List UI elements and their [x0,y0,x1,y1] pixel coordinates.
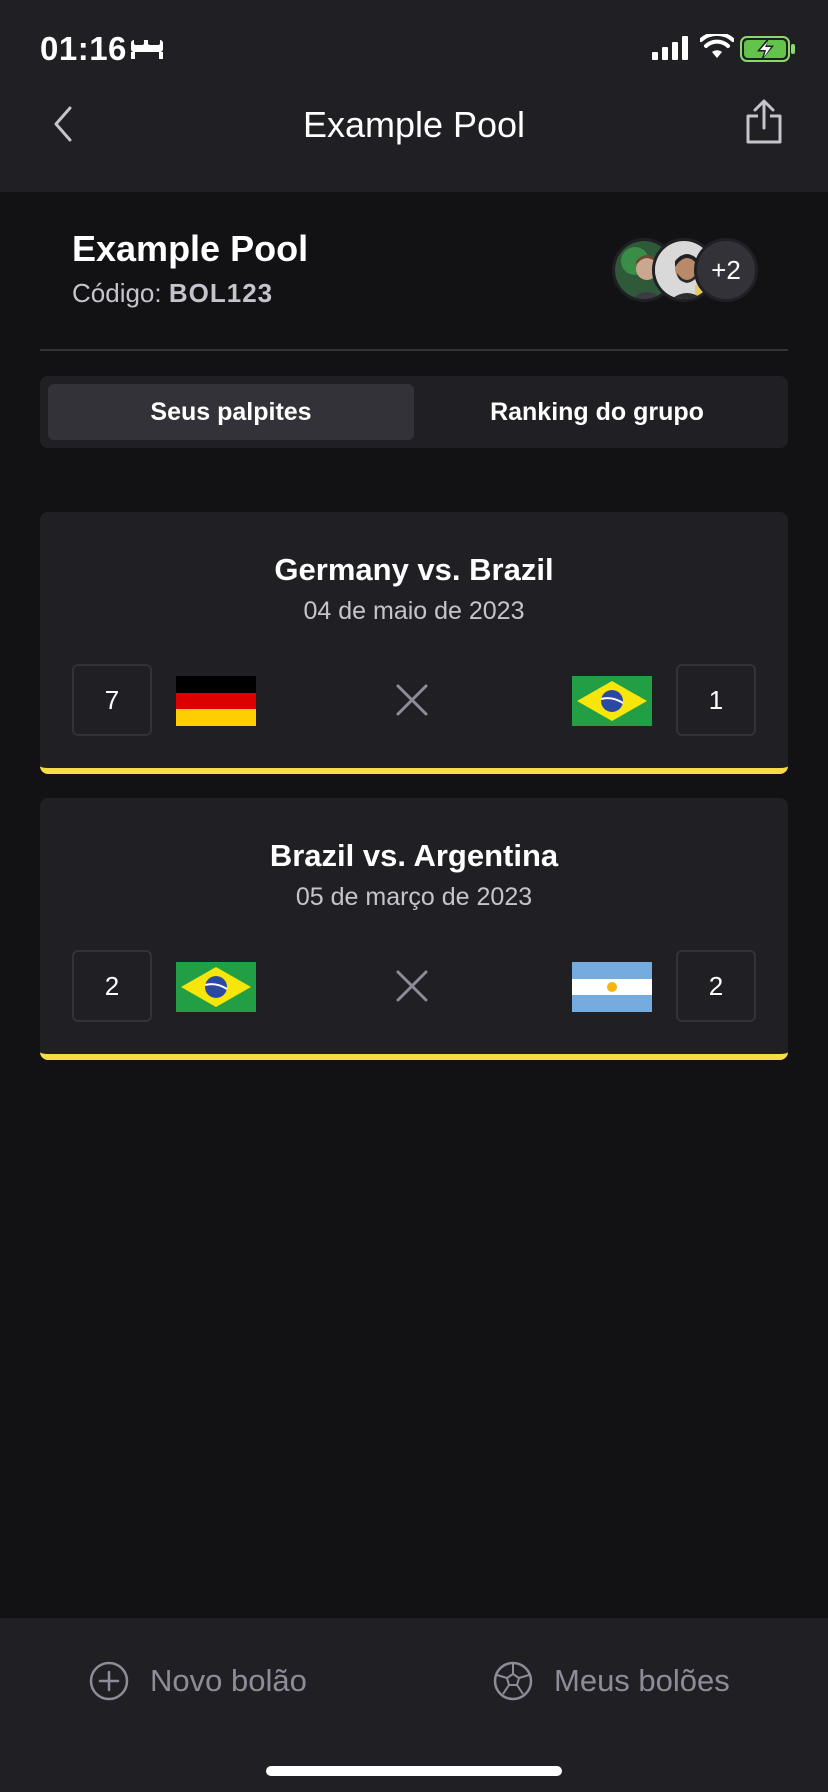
tab-seus-palpites[interactable]: Seus palpites [48,384,414,440]
pool-code-value: BOL123 [168,278,274,308]
nav-novo-bolao[interactable]: Novo bolão [88,1660,307,1702]
away-score-input[interactable]: 2 [676,950,756,1022]
tab-ranking-do-grupo[interactable]: Ranking do grupo [414,384,780,440]
nav-meus-boloes[interactable]: Meus bolões [492,1660,730,1702]
more-participants-badge: +2 [694,238,758,302]
share-icon[interactable] [744,98,784,146]
home-indicator[interactable] [266,1766,562,1776]
game-title: Germany vs. Brazil [274,552,554,587]
bottom-navigation: Novo bolão Meus bolões [0,1618,828,1792]
nav-label: Meus bolões [554,1663,730,1698]
divider [40,349,788,351]
pool-code: Código: BOL123 [72,278,273,309]
pool-code-label: Código: [72,278,162,308]
participants-avatars[interactable]: +2 [612,238,762,304]
sleep-mode-icon [131,38,163,59]
game-card: Brazil vs. Argentina 05 de março de 2023… [40,798,788,1060]
game-card: Germany vs. Brazil 04 de maio de 2023 7 … [40,512,788,774]
germany-flag-icon [176,676,256,726]
tab-bar: Seus palpites Ranking do grupo [40,376,788,448]
battery-charging-icon [740,36,795,62]
game-title: Brazil vs. Argentina [269,838,559,873]
game-date: 04 de maio de 2023 [303,597,525,625]
pool-name: Example Pool [72,228,309,269]
status-time: 01:16 [40,30,127,67]
brazil-flag-icon [176,962,256,1012]
page-title: Example Pool [302,104,526,145]
cellular-signal-icon [652,36,688,60]
home-score-input[interactable]: 2 [72,950,152,1022]
top-bar: 01:16 Example Pool [0,0,828,192]
away-score-input[interactable]: 1 [676,664,756,736]
argentina-flag-icon [572,962,652,1012]
game-date: 05 de março de 2023 [295,883,533,911]
brazil-flag-icon [572,676,652,726]
versus-x-icon [396,970,428,1002]
wifi-icon [700,34,734,58]
soccer-ball-icon [493,1661,533,1701]
nav-label: Novo bolão [150,1663,307,1698]
versus-x-icon [396,684,428,716]
plus-circle-icon [89,1661,129,1701]
home-score-input[interactable]: 7 [72,664,152,736]
